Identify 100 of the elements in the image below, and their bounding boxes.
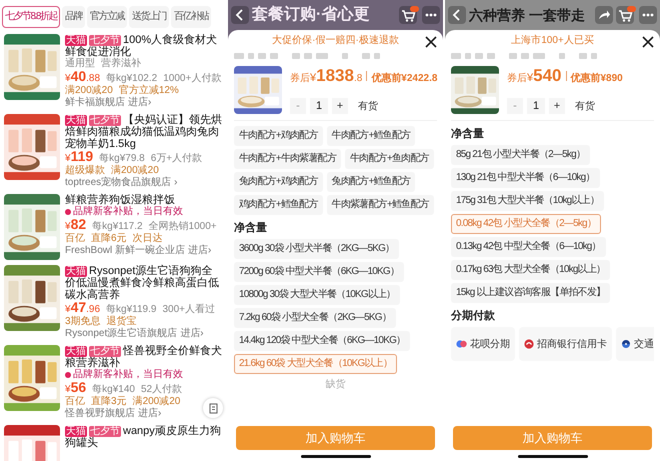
section-title: 净含量 <box>451 126 485 141</box>
back-icon[interactable] <box>231 6 249 24</box>
store-link[interactable]: 进店› <box>188 245 212 257</box>
document-icon <box>208 402 218 414</box>
quantity-field[interactable]: 1 <box>310 98 328 114</box>
option-chip[interactable]: 牛肉配方+鱼肉配方 <box>345 149 434 169</box>
filter-chip[interactable]: 百亿补贴 <box>170 6 211 28</box>
promo-tag: 退货宝 <box>106 316 137 328</box>
option-chip[interactable]: 兔肉配方+鳕鱼配方 <box>326 172 416 192</box>
back-icon[interactable] <box>448 6 466 24</box>
sales-count: 52人付款 <box>140 384 182 396</box>
promo-tag: 直降3元 <box>91 396 127 408</box>
filter-chip[interactable]: 官方立减 <box>86 6 127 28</box>
cart-icon[interactable] <box>399 6 419 24</box>
option-chip[interactable]: 7200g 60袋 中型犬半餐（6KG—10KG） <box>234 262 404 282</box>
option-chip[interactable]: 14.4kg 120袋 中型犬全餐（6KG—10KG） <box>234 331 410 351</box>
filter-chip[interactable]: 品牌 <box>62 6 85 28</box>
filter-chip[interactable]: 七夕节8.8折起 <box>2 6 60 28</box>
store-link[interactable]: 进店› <box>180 328 204 340</box>
close-icon[interactable] <box>642 36 654 48</box>
promo-tag: 满200减20 <box>111 165 159 177</box>
promo-tag: 次日达 <box>132 233 163 245</box>
product-price: ¥119 <box>65 150 94 164</box>
option-chip[interactable]: 0.13kg 42包 中型犬全餐（6—10kg） <box>451 237 606 257</box>
store-link[interactable]: › <box>174 177 178 189</box>
close-icon[interactable] <box>425 36 437 48</box>
notice-text: 品牌新客补贴，当日有效 <box>73 369 183 381</box>
home-indicator <box>300 455 370 458</box>
product-title[interactable]: 天猫 七夕节 怪兽视野全价鲜食犬粮营养滋补 <box>65 345 222 369</box>
sales-count: 1000+人付款 <box>163 73 222 85</box>
notice-dot <box>65 372 71 378</box>
option-chip[interactable]: 15kg 以上建议咨询客服【单拍不发】 <box>451 283 610 303</box>
option-chip[interactable]: 牛肉紫薯配方+鳕鱼配方 <box>326 195 434 215</box>
bank-icon <box>524 339 534 349</box>
product-title[interactable]: 鲜粮营养狗饭湿粮拌饭 <box>65 194 222 206</box>
page-heading: 套餐订购·省心更 <box>252 5 370 25</box>
promo-tag: 官方立减12% <box>118 85 179 97</box>
option-chip[interactable]: 85g 21包 小型犬半餐（2—5kg） <box>451 145 590 165</box>
quantity-field[interactable]: 1 <box>527 98 545 114</box>
product-attribute: 通用型 <box>65 58 95 70</box>
option-chip[interactable]: 牛肉配方+鳕鱼配方 <box>326 126 416 146</box>
product-title[interactable]: 天猫 七夕节 【央妈认证】领先烘焙鲜肉猫粮成幼猫低温鸡肉兔肉宠物羊奶1.5kg <box>65 114 222 150</box>
store-name: Rysonpet源生它语旗舰店 <box>65 328 178 340</box>
product-title[interactable]: 天猫 Rysonpet源生它语狗狗全价低温慢煮鲜食冷鲜粮高蛋白低碳水高营养 <box>65 265 222 301</box>
filter-chip[interactable]: 送货上门 <box>128 6 169 28</box>
original-price: 优惠前¥890 <box>570 72 623 85</box>
sale-price: 券后¥1838.8 <box>290 66 362 86</box>
option-chip[interactable]: 牛肉配方+牛肉紫薯配方 <box>234 149 342 169</box>
option-chip[interactable]: 鸡肉配方+鳕鱼配方 <box>234 195 323 215</box>
payment-option[interactable]: 招商银行信用卡 <box>519 327 612 361</box>
notice-dot <box>65 209 71 215</box>
sheet-notice: 大促价保·假一赔四·极速退款 <box>272 34 399 47</box>
unit-price: 每kg¥119.9 <box>106 304 156 316</box>
promo-tag: 百亿 <box>65 233 85 245</box>
option-chip[interactable]: 牛肉配方+鸡肉配方 <box>234 126 323 146</box>
stock-status: 有货 <box>358 100 378 113</box>
unit-price: 每kg¥79.8 <box>99 153 145 164</box>
store-link[interactable]: 进店› <box>138 408 162 420</box>
option-chip[interactable]: 10800g 30袋 大型犬半餐（10KG以上） <box>234 285 400 305</box>
more-icon[interactable] <box>639 6 657 24</box>
cart-icon[interactable] <box>616 6 636 24</box>
payment-icon <box>456 339 467 349</box>
store-name: 鲜卡福旗舰店 <box>65 97 125 109</box>
product-price: ¥82 <box>65 218 86 233</box>
promo-tag: 满200减20 <box>65 85 113 97</box>
sale-price: 券后¥540 <box>507 66 562 86</box>
stock-note: 缺货 <box>326 378 346 391</box>
product-attribute: 营养滋补 <box>101 58 141 70</box>
payment-option[interactable]: 花呗分期 <box>451 327 515 361</box>
sheet-notice: 上海市100+人已买 <box>511 34 594 47</box>
promo-tag: 3期免息 <box>65 316 101 328</box>
option-chip[interactable]: 0.17kg 63包 大型犬全餐（10kg以上） <box>451 260 610 280</box>
unit-price: 每kg¥140 <box>92 384 135 396</box>
section-title: 净含量 <box>234 220 268 235</box>
increase-button[interactable]: + <box>549 98 565 114</box>
product-title[interactable]: 天猫 七夕节 100%人食级食材犬鲜食促进消化 <box>65 34 222 58</box>
option-chip[interactable]: 130g 21包 中型犬半餐（6—10kg） <box>451 168 600 188</box>
home-indicator <box>518 455 588 458</box>
payment-option[interactable]: 交通 <box>616 327 654 361</box>
share-icon[interactable] <box>595 6 613 24</box>
store-link[interactable]: 进店› <box>128 97 152 109</box>
more-icon[interactable] <box>422 6 440 24</box>
section-title: 分期付款 <box>451 308 496 323</box>
sales-count: 全网热销1000+ <box>148 221 217 232</box>
store-name: toptrees宠物食品旗舰店 <box>65 177 172 189</box>
option-chip[interactable]: 兔肉配方+鸡肉配方 <box>234 172 323 192</box>
feedback-button[interactable] <box>203 398 223 418</box>
option-chip[interactable]: 175g 31包 大型犬半餐（10kg以上） <box>451 191 604 211</box>
product-price: ¥40.88 <box>65 70 100 84</box>
store-name: 怪兽视野旗舰店 <box>65 408 135 420</box>
increase-button[interactable]: + <box>332 98 348 114</box>
original-price: 优惠前¥2422.8 <box>371 72 438 85</box>
notice-text: 品牌新客补贴，当日有效 <box>73 206 183 218</box>
product-title[interactable]: 天猫 七夕节 wanpy顽皮原生力狗狗罐头 <box>65 425 222 449</box>
option-chip[interactable]: 3600g 30袋 小型犬半餐（2KG—5KG） <box>234 239 400 259</box>
product-price: ¥47.96 <box>65 301 100 316</box>
sales-count: 300+人看过 <box>162 304 215 316</box>
product-price: ¥56 <box>65 381 86 396</box>
option-chip[interactable]: 7.2kg 60袋 小型犬全餐（2KG—5KG） <box>234 308 396 328</box>
promo-tag: 直降6元 <box>91 233 127 245</box>
